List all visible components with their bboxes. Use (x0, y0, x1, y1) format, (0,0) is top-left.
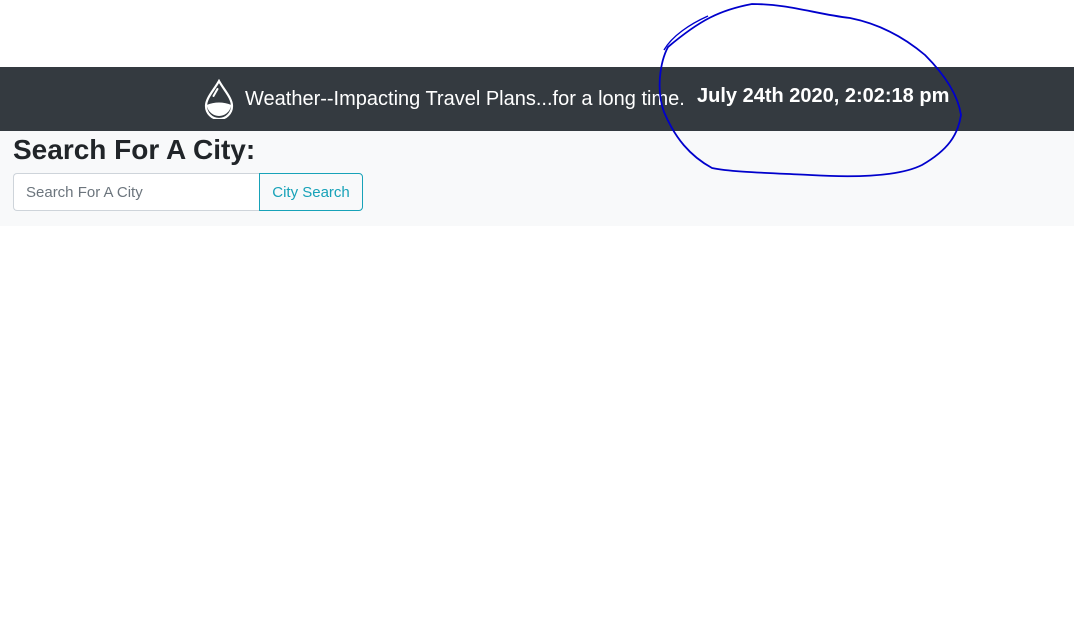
current-datetime: July 24th 2020, 2:02:18 pm (697, 85, 950, 107)
brand-title: Weather--Impacting Travel Plans...for a … (245, 87, 685, 110)
search-panel: Search For A City: City Search (0, 131, 1074, 226)
city-search-input[interactable] (13, 173, 259, 211)
top-spacer (0, 0, 1074, 67)
navbar: Weather--Impacting Travel Plans...for a … (0, 67, 1074, 131)
navbar-brand[interactable]: Weather--Impacting Travel Plans...for a … (203, 79, 685, 119)
city-search-button[interactable]: City Search (259, 173, 363, 211)
water-drop-icon (204, 79, 234, 119)
search-heading: Search For A City: (13, 134, 256, 165)
search-input-group: City Search (13, 173, 363, 211)
